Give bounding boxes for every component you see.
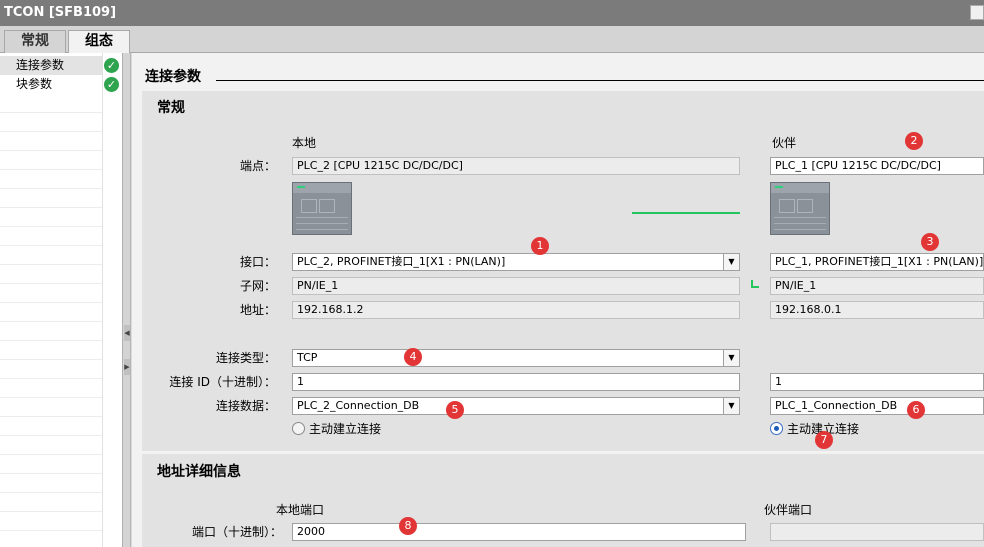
callout-badge: 4 <box>404 348 422 366</box>
partner-subnet-field: PN/IE_1 <box>770 277 984 295</box>
ok-check-icon: ✓ <box>104 58 119 73</box>
local-address-field: 192.168.1.2 <box>292 301 740 319</box>
port-label: 端口（十进制）： <box>191 525 282 539</box>
network-link-icon <box>751 280 759 288</box>
pane-splitter[interactable]: ◀ ▶ <box>123 53 131 547</box>
callout-badge: 2 <box>905 132 923 150</box>
section-divider <box>216 80 984 81</box>
local-conn-data-select[interactable]: PLC_2_Connection_DB ▼ <box>292 397 740 415</box>
partner-column-header: 伙伴 <box>772 136 797 150</box>
callout-badge: 8 <box>399 517 417 535</box>
general-panel: 常规 本地 伙伴 端点： PLC_2 [CPU 1215C DC/DC/DC] … <box>142 91 984 451</box>
partner-active-radio[interactable] <box>770 422 783 435</box>
local-interface-select[interactable]: PLC_2, PROFINET接口_1[X1 : PN(LAN)] ▼ <box>292 253 740 271</box>
callout-badge: 1 <box>531 237 549 255</box>
partner-conn-data-value: PLC_1_Connection_DB <box>775 399 898 412</box>
address-label: 地址： <box>239 303 276 317</box>
partner-plc-image <box>770 182 830 235</box>
address-details-title: 地址详细信息 <box>157 464 241 480</box>
window-title: TCON [SFB109] <box>4 5 117 20</box>
partner-conn-data-select[interactable]: PLC_1_Connection_DB <box>770 397 984 415</box>
conn-data-label: 连接数据： <box>215 399 276 413</box>
address-details-panel: 地址详细信息 本地端口 伙伴端口 端口（十进制）： 2000 <box>142 454 984 547</box>
window-title-bar: TCON [SFB109] <box>0 0 984 26</box>
callout-badge: 3 <box>921 233 939 251</box>
conn-type-select[interactable]: TCP ▼ <box>292 349 740 367</box>
partner-interface-select[interactable]: PLC_1, PROFINET接口_1[X1 : PN(LAN)] <box>770 253 984 271</box>
partner-port-header: 伙伴端口 <box>764 503 813 517</box>
general-panel-title: 常规 <box>157 100 185 116</box>
interface-label: 接口： <box>239 255 276 269</box>
callout-badge: 6 <box>907 401 925 419</box>
nav-item-connection-params[interactable]: 连接参数 <box>0 56 102 75</box>
local-active-radio[interactable] <box>292 422 305 435</box>
endpoint-label: 端点： <box>239 159 276 173</box>
content-area: 连接参数 常规 本地 伙伴 端点： PLC_2 [CPU 1215C DC/DC… <box>132 53 984 547</box>
conn-type-label: 连接类型： <box>215 351 276 365</box>
tab-configuration[interactable]: 组态 <box>68 30 130 54</box>
connection-line <box>632 212 740 214</box>
conn-id-label: 连接 ID（十进制）： <box>169 375 276 389</box>
local-interface-value: PLC_2, PROFINET接口_1[X1 : PN(LAN)] <box>297 255 506 268</box>
local-subnet-field: PN/IE_1 <box>292 277 740 295</box>
partner-conn-id-input[interactable]: 1 <box>770 373 984 391</box>
local-port-header: 本地端口 <box>276 503 325 517</box>
ok-check-icon: ✓ <box>104 77 119 92</box>
collapse-left-icon[interactable]: ◀ <box>124 325 130 341</box>
tab-bar: 常规 组态 <box>0 26 984 54</box>
local-port-input[interactable]: 2000 <box>292 523 746 541</box>
conn-type-value: TCP <box>297 351 318 364</box>
local-active-label: 主动建立连接 <box>309 422 382 436</box>
window-restore-button[interactable] <box>970 5 984 20</box>
partner-endpoint-field[interactable]: PLC_1 [CPU 1215C DC/DC/DC] <box>770 157 984 175</box>
callout-badge: 5 <box>446 401 464 419</box>
config-nav: 连接参数 ✓ 块参数 ✓ <box>0 53 123 547</box>
local-conn-data-value: PLC_2_Connection_DB <box>297 399 420 412</box>
local-conn-id-input[interactable]: 1 <box>292 373 740 391</box>
nav-divider <box>102 53 103 547</box>
nav-item-block-params[interactable]: 块参数 <box>0 75 102 94</box>
chevron-down-icon[interactable]: ▼ <box>723 398 739 414</box>
local-endpoint-field: PLC_2 [CPU 1215C DC/DC/DC] <box>292 157 740 175</box>
partner-address-field: 192.168.0.1 <box>770 301 984 319</box>
partner-interface-value: PLC_1, PROFINET接口_1[X1 : PN(LAN)] <box>775 255 984 268</box>
section-title: 连接参数 <box>145 69 201 85</box>
local-plc-image <box>292 182 352 235</box>
chevron-down-icon[interactable]: ▼ <box>723 350 739 366</box>
callout-badge: 7 <box>815 431 833 449</box>
tab-general[interactable]: 常规 <box>4 30 66 53</box>
subnet-label: 子网： <box>239 279 276 293</box>
partner-port-input <box>770 523 984 541</box>
local-column-header: 本地 <box>292 136 317 150</box>
chevron-down-icon[interactable]: ▼ <box>723 254 739 270</box>
